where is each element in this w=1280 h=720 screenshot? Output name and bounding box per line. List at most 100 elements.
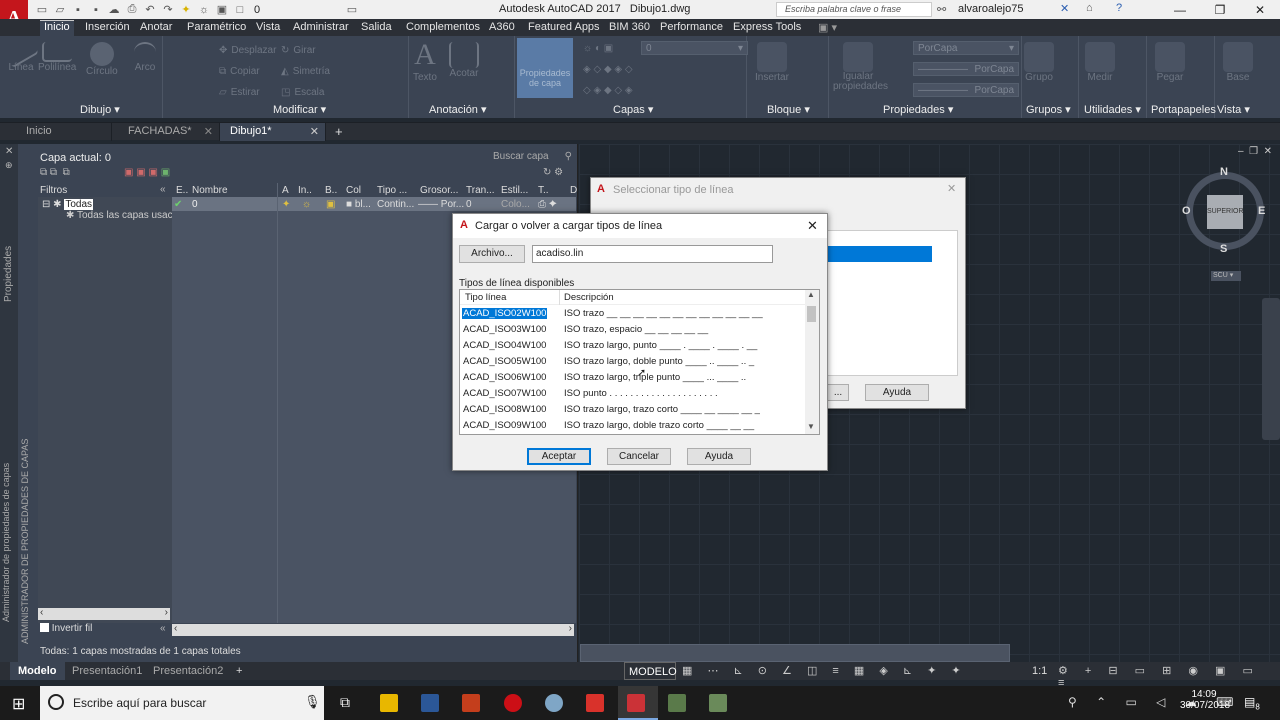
ribbon-group-label[interactable]: Grupos ▾ — [1026, 103, 1071, 116]
taskbar-search[interactable]: Escribe aquí para buscar 🎙 — [40, 686, 324, 720]
col-header[interactable]: Estil... — [501, 185, 528, 196]
layer-plot-icon[interactable]: ⎙ ✦ — [538, 199, 557, 210]
layout-tab-model[interactable]: Modelo — [10, 662, 65, 680]
cancel-button[interactable]: Cancelar — [607, 448, 671, 465]
linetype-row[interactable]: ACAD_ISO09W100 ISO trazo largo, doble tra… — [460, 418, 806, 434]
layer-toolbar[interactable]: ▣ ▣ ▣ ▣ — [124, 167, 170, 178]
match-properties-tool[interactable]: Igualar propiedades — [833, 42, 888, 92]
filter-scrollbar[interactable]: ‹ › — [38, 607, 170, 620]
word-icon[interactable] — [421, 694, 439, 712]
linetype-row[interactable]: ACAD_ISO06W100 ISO trazo largo, triple pu… — [460, 370, 806, 386]
layer-lineweight-cell[interactable]: —— Por... — [418, 199, 464, 210]
opera-icon[interactable] — [504, 694, 522, 712]
scale-tool[interactable]: ◳ Escala — [281, 86, 324, 99]
col-header-desc[interactable]: Descripción — [564, 292, 614, 303]
col-header[interactable]: Tran... — [466, 185, 495, 196]
redo-icon[interactable]: ↷ — [160, 3, 176, 17]
ribbon-group-label[interactable]: Bloque ▾ — [767, 103, 810, 116]
undo-icon[interactable]: ↶ — [142, 3, 158, 17]
lightbulb-icon[interactable]: ✦ — [178, 3, 194, 17]
linetype-row[interactable]: ACAD_ISO07W100 ISO punto . . . . . . . . … — [460, 386, 806, 402]
app-icon-3[interactable] — [709, 694, 727, 712]
annotation-scale[interactable]: 1:1 — [1032, 665, 1047, 677]
layer-lock-icon[interactable]: ▣ — [326, 199, 335, 210]
tab-salida[interactable]: Salida — [361, 21, 392, 33]
linetype-row[interactable]: ACAD_ISO05W100 ISO trazo largo, doble pun… — [460, 354, 806, 370]
circle-tool[interactable]: Círculo — [86, 42, 118, 77]
new-tab-button[interactable]: + — [330, 123, 350, 141]
col-header[interactable]: T.. — [538, 185, 549, 196]
file-tab-dibujo1[interactable]: Dibujo1* ✕ — [220, 123, 326, 141]
col-header[interactable]: B.. — [325, 185, 337, 196]
tab-inicio[interactable]: Inicio — [40, 20, 74, 36]
a360-icon[interactable]: ⌂ — [1086, 2, 1093, 14]
copy-tool[interactable]: ⧉ Copiar — [219, 65, 260, 78]
insert-block-tool[interactable]: Insertar — [755, 42, 789, 83]
ribbon-group-label[interactable]: Vista ▾ — [1217, 103, 1250, 116]
layer-on-icon[interactable]: ✦ — [282, 199, 290, 210]
search-layer-input[interactable]: Buscar capa ⚲ — [490, 150, 574, 164]
ribbon-group-label[interactable]: Portapapeles — [1151, 104, 1216, 116]
color-dropdown[interactable]: PorCapa ▾ — [913, 41, 1019, 55]
pin-icon[interactable]: ⊕ — [5, 160, 13, 171]
tab-insercion[interactable]: Inserción — [85, 21, 130, 33]
username[interactable]: alvaroalejo75 — [958, 3, 1023, 15]
measure-tool[interactable]: Medir — [1085, 42, 1115, 83]
mirror-tool[interactable]: ◭ Simetría — [281, 65, 330, 78]
minimize-button[interactable]: — — [1160, 1, 1200, 18]
ribbon-group-label[interactable]: Modificar ▾ — [273, 103, 326, 116]
text-tool[interactable]: A Texto — [413, 38, 437, 83]
cloud-icon[interactable]: ☁ — [106, 3, 122, 17]
microphone-icon[interactable]: 🎙 — [304, 694, 321, 710]
col-header[interactable]: Grosor... — [420, 185, 458, 196]
layout-tab-1[interactable]: Presentación1 — [64, 662, 150, 680]
linetype-list[interactable]: Tipo línea Descripción ACAD_ISO02W100 ISO… — [459, 289, 820, 435]
ribbon-group-label[interactable]: Anotación ▾ — [429, 103, 487, 116]
linetype-dropdown[interactable]: ————— PorCapa — [913, 62, 1019, 76]
ucs-menu[interactable]: SCU ▾ — [1211, 271, 1241, 281]
tab-bim360[interactable]: BIM 360 — [609, 21, 650, 33]
paste-tool[interactable]: Pegar — [1155, 42, 1185, 83]
help-button[interactable]: Ayuda — [687, 448, 751, 465]
tab-anotar[interactable]: Anotar — [140, 21, 172, 33]
select-linetype-close-button[interactable]: ✕ — [947, 182, 956, 195]
select-help-button[interactable]: Ayuda — [865, 384, 929, 401]
tab-parametrico[interactable]: Paramétrico — [187, 21, 246, 33]
move-tool[interactable]: ✥ Desplazar — [219, 44, 276, 57]
arc-tool[interactable]: Arco — [134, 42, 156, 73]
ribbon-options-icon[interactable]: ▣ ▾ — [818, 21, 837, 34]
layer-tools-row1[interactable]: ◈ ◇ ◆ ◈ ◇ — [583, 63, 633, 76]
layout-tab-2[interactable]: Presentación2 — [145, 662, 231, 680]
accept-button[interactable]: Aceptar — [527, 448, 591, 465]
close-button[interactable]: ✕ — [1240, 1, 1280, 18]
layer-color-cell[interactable]: ■ bl... — [346, 199, 371, 210]
stretch-tool[interactable]: ▱ Estirar — [219, 86, 260, 99]
keyword-search-input[interactable]: Escriba palabra clave o frase — [776, 2, 932, 17]
col-header[interactable]: Col — [346, 185, 361, 196]
app-icon[interactable] — [545, 694, 563, 712]
ribbon-group-label[interactable]: Dibujo ▾ — [80, 103, 120, 116]
help-icon[interactable]: ? — [1116, 2, 1122, 14]
filter-tree-child[interactable]: ✱ Todas las capas usac — [66, 210, 172, 221]
rotate-tool[interactable]: ↻ Girar — [281, 44, 316, 57]
line-tool[interactable]: Línea — [3, 35, 39, 73]
add-layout-button[interactable]: + — [228, 662, 250, 680]
new-file-icon[interactable]: ▭ — [34, 3, 50, 17]
file-button[interactable]: Archivo... — [459, 245, 525, 263]
sun-icon[interactable]: ☼ — [196, 3, 212, 17]
layer-state-icons[interactable]: ☼ ◐ ▣ — [583, 42, 613, 55]
invert-filter-checkbox[interactable]: Invertir fil — [40, 623, 92, 634]
layer-linetype-cell[interactable]: Contin... — [377, 199, 414, 210]
layer-freeze-icon[interactable]: ☼ — [302, 199, 311, 210]
file-tab-inicio[interactable]: Inicio — [0, 123, 112, 141]
list-scrollbar[interactable]: ▲ ▼ — [805, 290, 819, 434]
col-header[interactable]: Tipo ... — [377, 185, 407, 196]
tab-featured-apps[interactable]: Featured Apps — [528, 21, 600, 33]
layer-properties-button[interactable]: Propiedades de capa — [517, 38, 573, 98]
ok-button-partial[interactable]: ... — [827, 384, 849, 401]
col-header[interactable]: A — [282, 185, 289, 196]
linetype-row[interactable]: ACAD_ISO03W100 ISO trazo, espacio __ __ _… — [460, 322, 806, 338]
file-explorer-icon[interactable] — [380, 694, 398, 712]
tab-administrar[interactable]: Administrar — [293, 21, 349, 33]
binoculars-icon[interactable]: ⚯ — [937, 3, 946, 16]
